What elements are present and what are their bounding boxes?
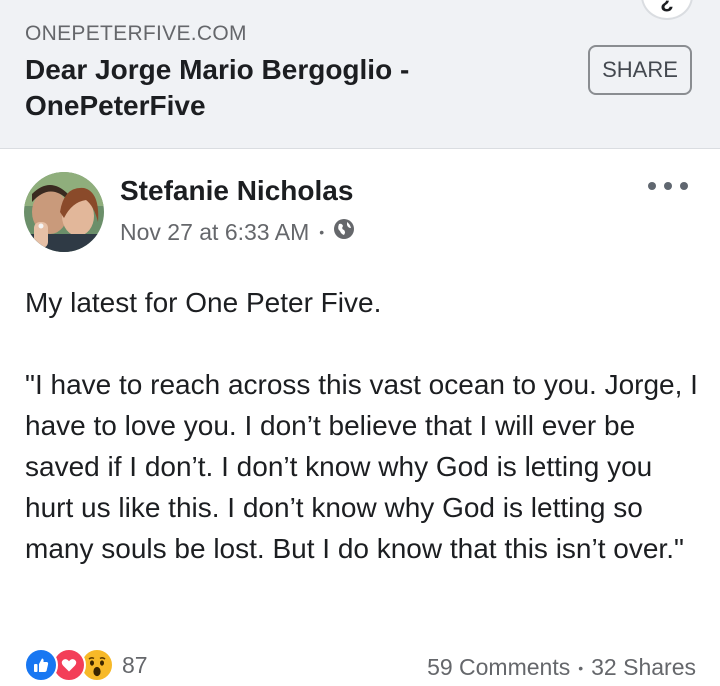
like-icon — [24, 648, 58, 682]
reactions-summary[interactable]: 87 — [24, 648, 148, 682]
link-preview-card[interactable]: ONEPETERFIVE.COM Dear Jorge Mario Bergog… — [0, 0, 720, 149]
top-circle-button[interactable]: ¿ — [641, 0, 693, 20]
shares-link[interactable]: 32 Shares — [591, 654, 696, 681]
share-button[interactable]: SHARE — [588, 45, 692, 95]
post-meta: Nov 27 at 6:33 AM • — [120, 218, 355, 246]
more-options-icon[interactable] — [648, 176, 688, 196]
post-paragraph: My latest for One Peter Five. — [25, 287, 382, 318]
avatar[interactable] — [24, 172, 104, 252]
stats-separator: • — [578, 659, 584, 676]
post-body: My latest for One Peter Five. "I have to… — [25, 282, 705, 569]
globe-icon — [333, 218, 355, 246]
link-title[interactable]: Dear Jorge Mario Bergoglio - OnePeterFiv… — [25, 52, 545, 124]
engagement-stats: 59 Comments • 32 Shares — [427, 654, 696, 681]
post-timestamp[interactable]: Nov 27 at 6:33 AM — [120, 219, 309, 246]
meta-separator: • — [319, 224, 325, 240]
link-domain: ONEPETERFIVE.COM — [25, 22, 247, 45]
post-paragraph: "I have to reach across this vast ocean … — [25, 369, 698, 564]
comments-link[interactable]: 59 Comments — [427, 654, 570, 681]
reaction-count: 87 — [122, 651, 148, 678]
author-name[interactable]: Stefanie Nicholas — [120, 175, 353, 207]
